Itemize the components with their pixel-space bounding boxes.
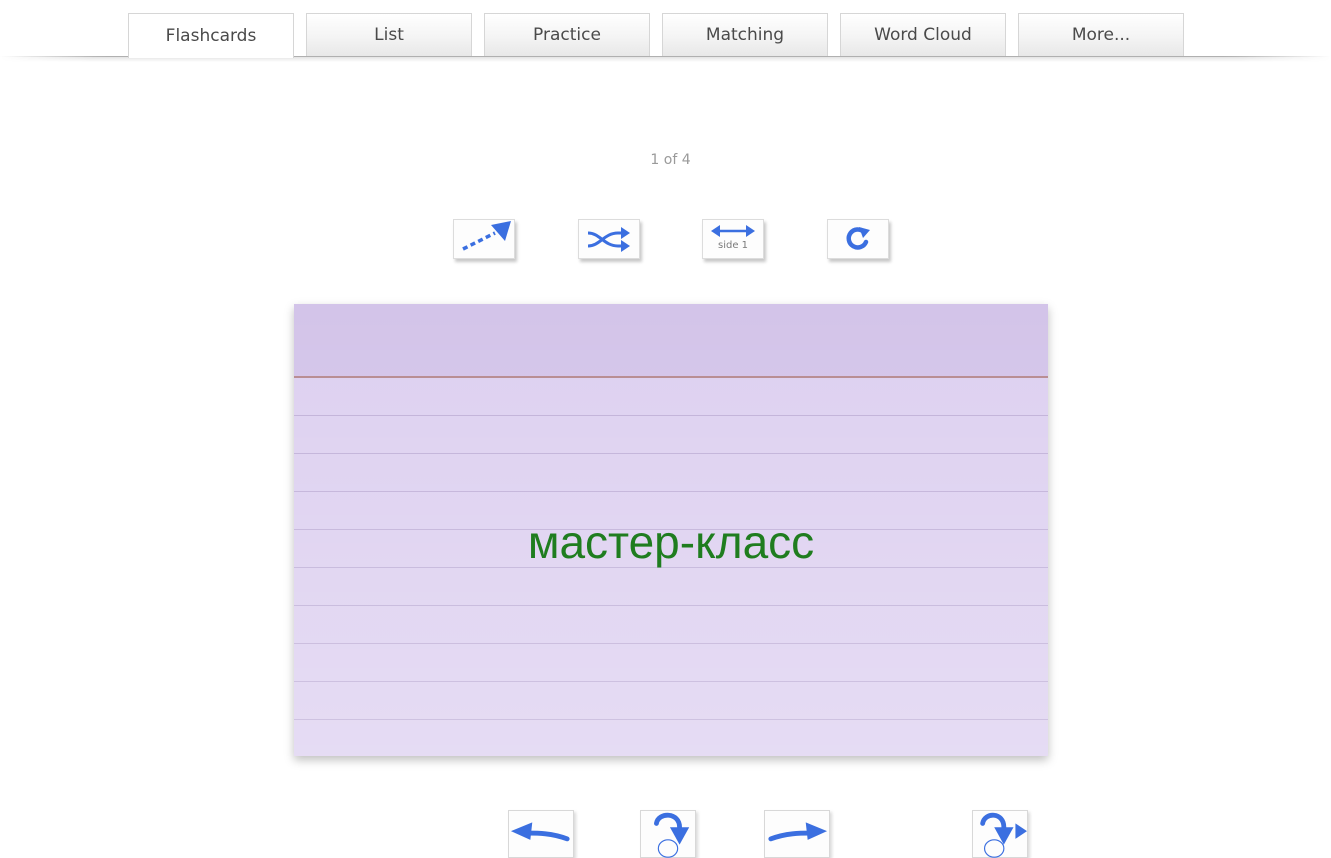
card-counter: 1 of 4	[650, 152, 691, 168]
auto-play-arrow-icon	[462, 221, 511, 251]
previous-card-button[interactable]	[508, 810, 574, 858]
shuffle-button[interactable]	[578, 219, 640, 259]
auto-play-button[interactable]	[453, 219, 515, 259]
switch-side-label: side 1	[717, 240, 749, 251]
flip-and-next-icon	[980, 812, 1027, 858]
restart-icon	[846, 227, 870, 250]
flip-and-next-button[interactable]	[972, 810, 1028, 858]
tab-practice[interactable]: Practice	[484, 13, 650, 56]
flip-card-button[interactable]	[640, 810, 696, 858]
restart-button[interactable]	[827, 219, 889, 259]
tab-bar: Flashcards List Practice Matching Word C…	[128, 13, 1184, 58]
tab-flashcards[interactable]: Flashcards	[128, 13, 294, 58]
tab-more[interactable]: More...	[1018, 13, 1184, 56]
switch-side-button[interactable]: side 1	[702, 219, 764, 259]
flashcard[interactable]: мастер-класс	[294, 304, 1048, 756]
previous-arrow-icon	[510, 822, 570, 842]
flashcards-page: Flashcards List Practice Matching Word C…	[0, 0, 1331, 858]
tab-list[interactable]: List	[306, 13, 472, 56]
flashcard-term: мастер-класс	[527, 516, 815, 568]
next-card-button[interactable]	[764, 810, 830, 858]
shuffle-icon	[587, 227, 630, 252]
tab-word-cloud[interactable]: Word Cloud	[840, 13, 1006, 56]
tab-matching[interactable]: Matching	[662, 13, 828, 56]
next-arrow-icon	[768, 822, 828, 842]
flip-card-icon	[654, 812, 690, 858]
